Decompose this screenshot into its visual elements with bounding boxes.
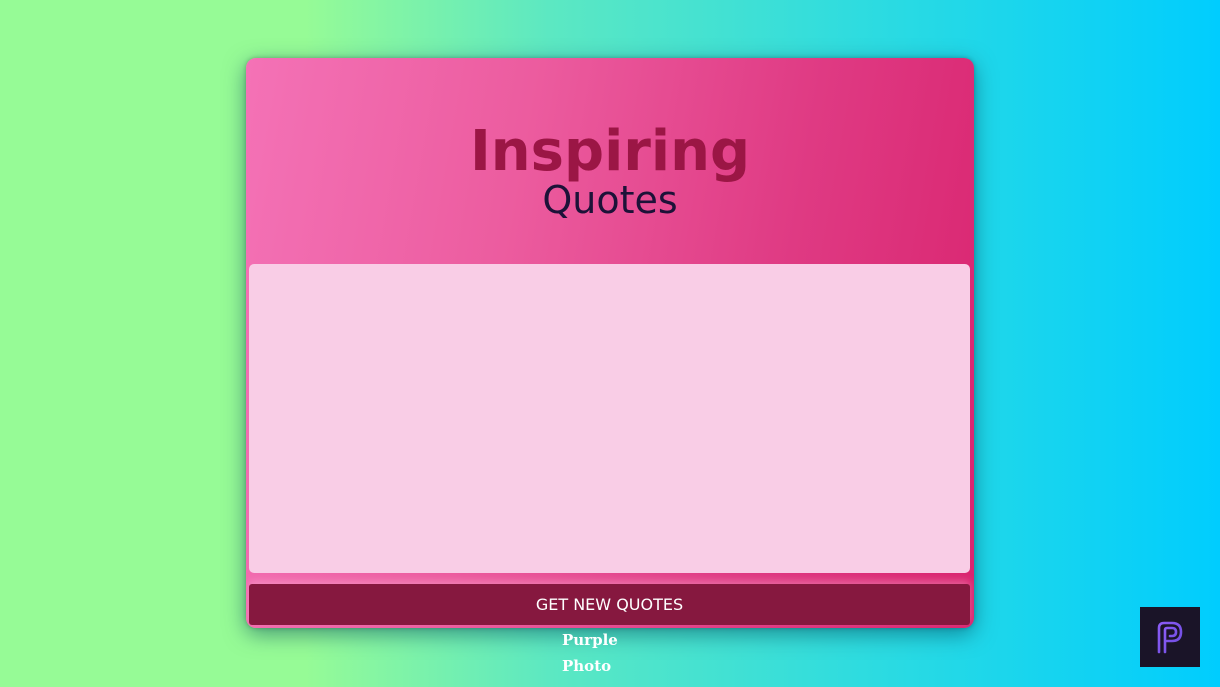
credit-line-1: Purple	[562, 631, 618, 649]
get-new-quotes-button[interactable]: GET NEW QUOTES	[249, 584, 970, 625]
title-sub: Quotes	[542, 178, 678, 222]
credit-text: Purple Photo	[562, 627, 618, 679]
credit-line-2: Photo	[562, 657, 612, 675]
logo-glyph-icon	[1157, 621, 1183, 654]
page-title: Inspiring Quotes	[246, 119, 974, 222]
quote-display	[249, 264, 970, 573]
title-main: Inspiring	[469, 119, 751, 184]
quote-card: Inspiring Quotes GET NEW QUOTES	[246, 58, 974, 628]
purple-photo-logo-icon[interactable]	[1140, 607, 1200, 667]
